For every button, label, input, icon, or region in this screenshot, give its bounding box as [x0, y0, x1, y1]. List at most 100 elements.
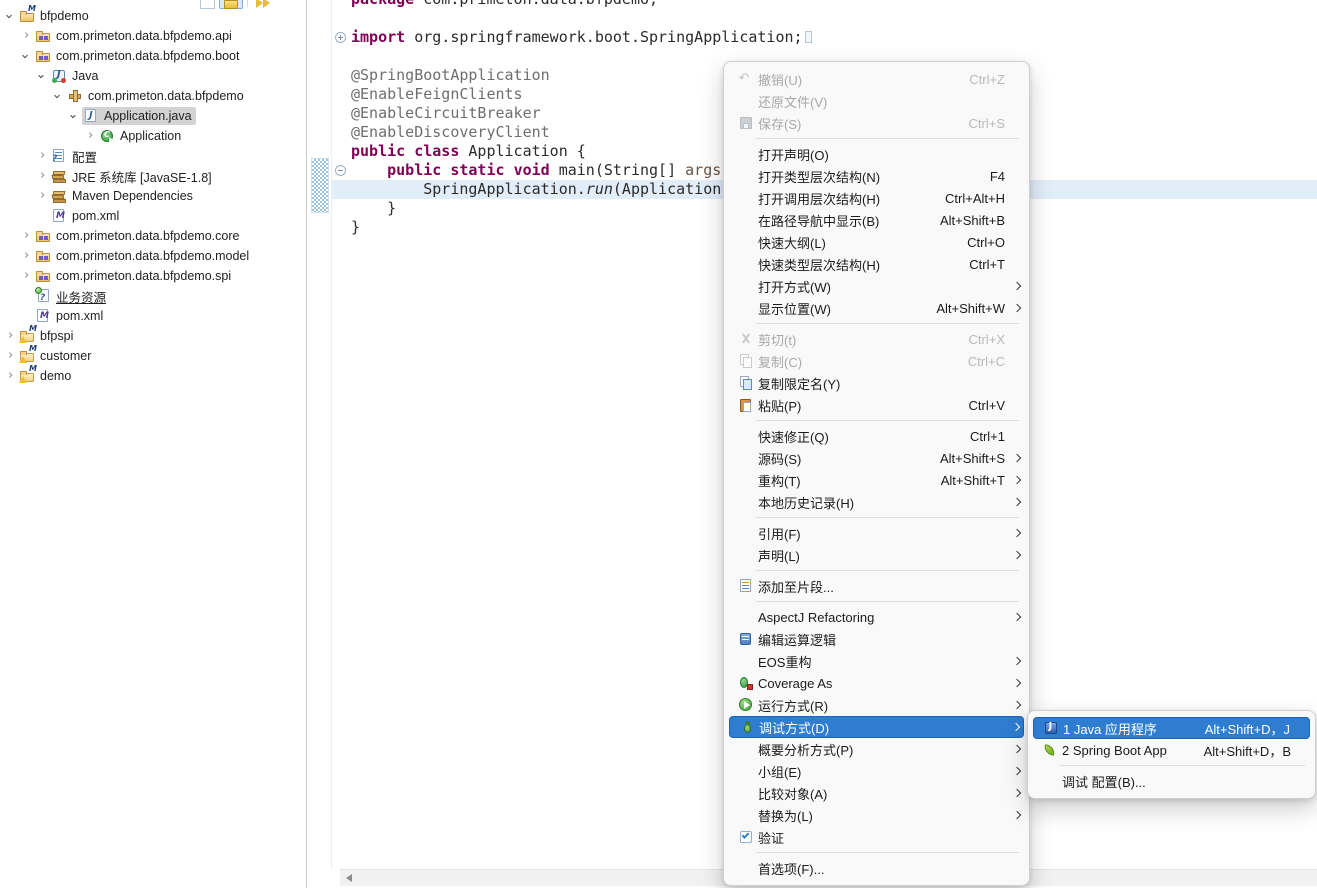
context-menu-item[interactable]: 显示位置(W)Alt+Shift+W [729, 297, 1024, 319]
menu-item-label: 打开类型层次结构(N) [758, 167, 880, 186]
context-menu-item[interactable]: 比较对象(A) [729, 782, 1024, 804]
tree-item[interactable]: com.primeton.data.bfpdemo.model [0, 246, 306, 266]
context-menu-item[interactable]: 打开调用层次结构(H)Ctrl+Alt+H [729, 187, 1024, 209]
tree-item[interactable]: Maven Dependencies [0, 186, 306, 206]
context-menu-item[interactable]: 添加至片段... [729, 575, 1024, 597]
tree-item[interactable]: com.primeton.data.bfpdemo.api [0, 26, 306, 46]
context-menu-item[interactable]: 声明(L) [729, 544, 1024, 566]
context-menu-item[interactable]: 编辑运算逻辑 [729, 628, 1024, 650]
menu-item-label: 复制(C) [758, 352, 802, 371]
context-menu-item[interactable]: 运行方式(R) [729, 694, 1024, 716]
context-menu-item[interactable]: 快速修正(Q)Ctrl+1 [729, 425, 1024, 447]
chevron-collapsed-icon[interactable] [19, 268, 34, 284]
menu-item-label: 1 Java 应用程序 [1063, 719, 1157, 738]
maven-project-warn-icon [19, 328, 35, 344]
submenu-item[interactable]: 调试 配置(B)... [1033, 770, 1310, 792]
tree-item[interactable]: Application.java [0, 106, 306, 126]
context-menu-item[interactable]: 本地历史记录(H) [729, 491, 1024, 513]
context-menu-item[interactable]: 重构(T)Alt+Shift+T [729, 469, 1024, 491]
debug-icon [739, 719, 755, 735]
tree-item[interactable]: pom.xml [0, 306, 306, 326]
chevron-collapsed-icon[interactable] [35, 168, 50, 184]
submenu-item[interactable]: 1 Java 应用程序Alt+Shift+D，J [1033, 717, 1310, 739]
tree-item-label: bfpdemo [40, 9, 89, 23]
context-menu-item[interactable]: 源码(S)Alt+Shift+S [729, 447, 1024, 469]
chevron-expanded-icon[interactable] [3, 8, 18, 24]
tree-item[interactable]: JRE 系统库 [JavaSE-1.8] [0, 166, 306, 186]
context-menu-item[interactable]: 打开方式(W) [729, 275, 1024, 297]
context-menu-item[interactable]: 验证 [729, 826, 1024, 848]
tree-item[interactable]: bfpdemo [0, 6, 306, 26]
tree-item-labelwrap: Maven Dependencies [50, 187, 197, 205]
context-menu-item[interactable]: 快速大纲(L)Ctrl+O [729, 231, 1024, 253]
chevron-expanded-icon[interactable] [19, 48, 34, 64]
context-menu-item[interactable]: 打开声明(O) [729, 143, 1024, 165]
submenu-arrow-icon [1013, 304, 1021, 312]
context-menu-item[interactable]: 还原文件(V) [729, 90, 1024, 112]
context-menu-item[interactable]: 首选项(F)... [729, 857, 1024, 879]
tree-item[interactable]: 业务资源 [0, 286, 306, 306]
tree-item-labelwrap: bfpspi [18, 327, 77, 345]
tree-item[interactable]: Java [0, 66, 306, 86]
context-menu-item[interactable]: 撤销(U)Ctrl+Z [729, 68, 1024, 90]
context-menu-item[interactable]: EOS重构 [729, 650, 1024, 672]
tree-item[interactable]: com.primeton.data.bfpdemo [0, 86, 306, 106]
tree-item[interactable]: 配置 [0, 146, 306, 166]
fold-collapse-icon[interactable] [335, 165, 346, 176]
context-menu-item[interactable]: 引用(F) [729, 522, 1024, 544]
context-menu-item[interactable]: 复制限定名(Y) [729, 372, 1024, 394]
scroll-left-icon[interactable] [346, 874, 352, 882]
chevron-expanded-icon[interactable] [51, 88, 66, 104]
menu-item-label: 概要分析方式(P) [758, 740, 853, 759]
menu-item-label: 保存(S) [758, 114, 801, 133]
chevron-collapsed-icon[interactable] [19, 28, 34, 44]
chevron-collapsed-icon[interactable] [35, 188, 50, 204]
tree-item[interactable]: com.primeton.data.bfpdemo.boot [0, 46, 306, 66]
menu-item-shortcut: Ctrl+T [947, 257, 1005, 272]
menu-item-label: 快速类型层次结构(H) [758, 255, 880, 274]
context-menu-item[interactable]: Coverage As [729, 672, 1024, 694]
tree-item[interactable]: bfpspi [0, 326, 306, 346]
chevron-collapsed-icon[interactable] [83, 128, 98, 144]
menu-item-label: 添加至片段... [758, 577, 834, 596]
context-menu-item[interactable]: 在路径导航中显示(B)Alt+Shift+B [729, 209, 1024, 231]
tree-item-label: customer [40, 349, 91, 363]
fold-expand-icon[interactable] [335, 32, 346, 43]
tree-item[interactable]: customer [0, 346, 306, 366]
chevron-collapsed-icon[interactable] [3, 348, 18, 364]
context-menu-item[interactable]: 粘贴(P)Ctrl+V [729, 394, 1024, 416]
context-menu-item[interactable]: 剪切(t)Ctrl+X [729, 328, 1024, 350]
context-menu-item[interactable]: 复制(C)Ctrl+C [729, 350, 1024, 372]
context-menu-item[interactable]: 概要分析方式(P) [729, 738, 1024, 760]
menu-item-label: 声明(L) [758, 546, 800, 565]
chevron-collapsed-icon[interactable] [19, 228, 34, 244]
chevron-collapsed-icon[interactable] [3, 368, 18, 384]
context-menu-item[interactable]: 小组(E) [729, 760, 1024, 782]
tree-item[interactable]: com.primeton.data.bfpdemo.core [0, 226, 306, 246]
context-menu-item[interactable]: 快速类型层次结构(H) Ctrl+T [729, 253, 1024, 275]
context-menu-item[interactable]: 保存(S)Ctrl+S [729, 112, 1024, 134]
javaapp-icon [1043, 720, 1059, 736]
chevron-collapsed-icon[interactable] [35, 148, 50, 164]
tree-item[interactable]: com.primeton.data.bfpdemo.spi [0, 266, 306, 286]
context-menu-item[interactable]: 打开类型层次结构(N)F4 [729, 165, 1024, 187]
chevron-expanded-icon[interactable] [35, 68, 50, 84]
context-menu-item[interactable]: AspectJ Refactoring [729, 606, 1024, 628]
chevron-expanded-icon[interactable] [67, 108, 82, 124]
code-line: package com.primeton.data.bfpdemo; [351, 0, 1317, 9]
tree-item[interactable]: demo [0, 366, 306, 386]
tree-item-labelwrap: 配置 [50, 146, 101, 167]
tree-item[interactable]: Application [0, 126, 306, 146]
menu-separator [1060, 765, 1305, 766]
context-menu-item[interactable]: 替换为(L) [729, 804, 1024, 826]
chevron-collapsed-icon[interactable] [19, 248, 34, 264]
submenu-arrow-icon [1012, 723, 1020, 731]
chevron-collapsed-icon[interactable] [3, 328, 18, 344]
context-menu-item[interactable]: 调试方式(D) [729, 716, 1024, 738]
menu-item-shortcut: Alt+Shift+T [919, 473, 1005, 488]
tree-item-labelwrap: Java [50, 67, 102, 85]
menu-item-label: EOS重构 [758, 652, 811, 671]
tree-item[interactable]: pom.xml [0, 206, 306, 226]
checkbox-icon [738, 829, 754, 845]
submenu-item[interactable]: 2 Spring Boot AppAlt+Shift+D，B [1033, 739, 1310, 761]
